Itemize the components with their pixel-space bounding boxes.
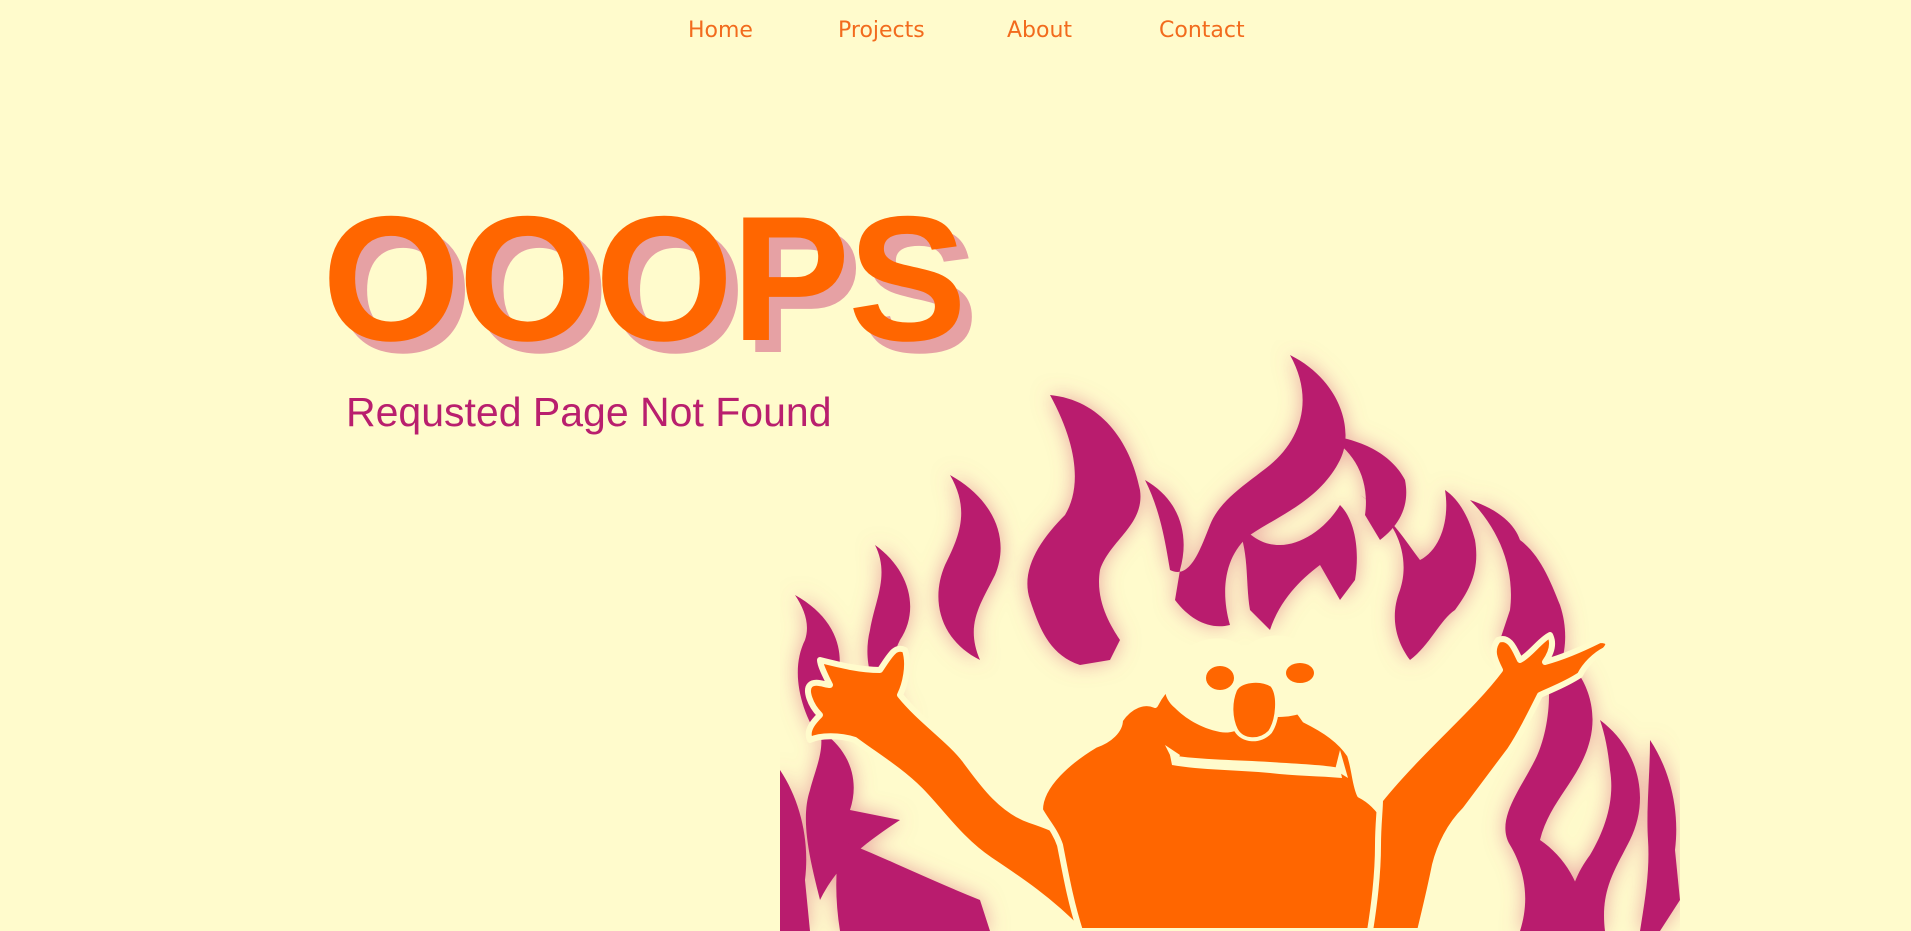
nav-link-about[interactable]: About: [1007, 18, 1072, 43]
top-navigation: Home Projects About Contact: [0, 18, 1911, 50]
nav-link-home[interactable]: Home: [688, 18, 753, 43]
fire-monster-illustration: [780, 340, 1680, 931]
fire-monster-svg: [780, 355, 1680, 931]
error-subtitle: Requsted Page Not Found: [346, 389, 832, 435]
nav-link-projects[interactable]: Projects: [838, 18, 925, 43]
nav-link-contact[interactable]: Contact: [1159, 18, 1245, 43]
